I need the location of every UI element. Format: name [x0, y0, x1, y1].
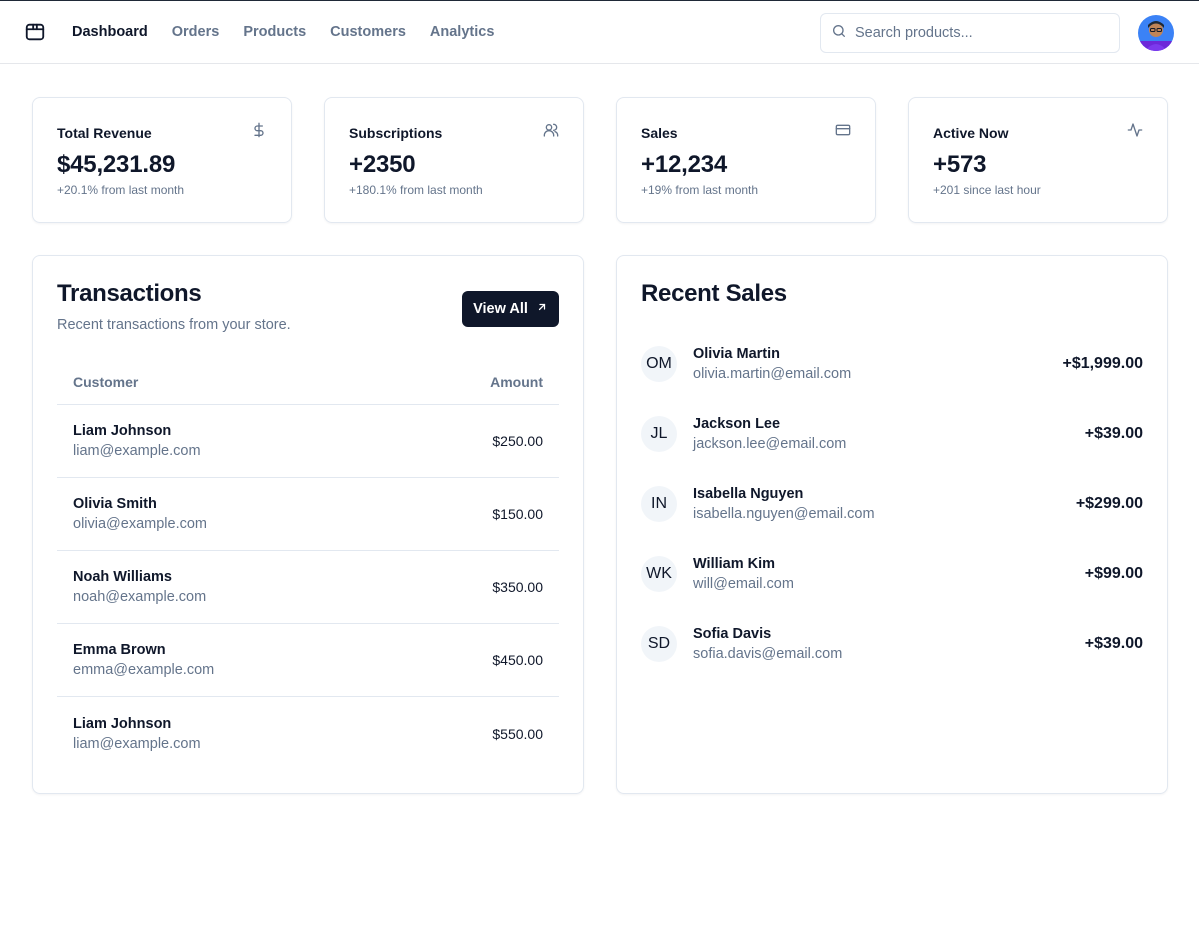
- sale-customer-name: Isabella Nguyen: [693, 486, 804, 502]
- sale-customer-email: jackson.lee@email.com: [693, 436, 847, 452]
- table-row[interactable]: Olivia Smith olivia@example.com $150.00: [57, 478, 559, 551]
- sale-customer-name: Jackson Lee: [693, 416, 781, 432]
- users-icon: [543, 122, 559, 143]
- transaction-amount: $150.00: [492, 506, 543, 522]
- stat-title: Active Now: [933, 124, 1009, 141]
- sale-customer-email: isabella.nguyen@email.com: [693, 506, 875, 522]
- stat-value: +2350: [349, 151, 416, 178]
- sale-amount: +$1,999.00: [1062, 355, 1143, 372]
- user-avatar[interactable]: [1138, 15, 1174, 51]
- stats-row: Total Revenue $45,231.89 +20.1% from las…: [32, 97, 1168, 223]
- stat-delta: +20.1% from last month: [57, 183, 185, 197]
- dollar-icon: [251, 122, 267, 143]
- customer-email: olivia@example.com: [73, 516, 207, 532]
- table-row[interactable]: Liam Johnson liam@example.com $250.00: [57, 405, 559, 478]
- list-item[interactable]: JL Jackson Lee jackson.lee@email.com +$3…: [641, 399, 1143, 469]
- transaction-amount: $550.00: [492, 725, 543, 742]
- recent-sales-list: OM Olivia Martin olivia.martin@email.com…: [641, 329, 1143, 679]
- stat-card-subscriptions: Subscriptions +2350 +180.1% from last mo…: [324, 97, 584, 223]
- nav-item-analytics[interactable]: Analytics: [430, 24, 494, 40]
- avatar: IN: [641, 486, 677, 522]
- sale-customer-email: olivia.martin@email.com: [693, 366, 852, 382]
- stat-title: Subscriptions: [349, 124, 443, 141]
- sale-amount: +$99.00: [1084, 565, 1143, 582]
- sale-customer-name: William Kim: [693, 556, 776, 572]
- recent-sales-panel: Recent Sales OM Olivia Martin olivia.mar…: [616, 255, 1168, 794]
- sale-amount: +$39.00: [1084, 635, 1143, 652]
- transaction-amount: $250.00: [492, 433, 543, 449]
- credit-card-icon: [835, 122, 851, 143]
- customer-email: liam@example.com: [73, 735, 201, 752]
- list-item[interactable]: SD Sofia Davis sofia.davis@email.com +$3…: [641, 609, 1143, 679]
- nav-item-orders[interactable]: Orders: [172, 24, 220, 40]
- avatar: SD: [641, 626, 677, 662]
- stat-title: Sales: [641, 124, 678, 141]
- column-header-customer: Customer: [73, 374, 139, 390]
- table-row[interactable]: Emma Brown emma@example.com $450.00: [57, 624, 559, 697]
- search-box[interactable]: [820, 13, 1120, 53]
- customer-name: Emma Brown: [73, 642, 166, 658]
- search-input[interactable]: [855, 25, 1105, 41]
- stat-title: Total Revenue: [57, 124, 152, 141]
- customer-name: Noah Williams: [73, 569, 172, 585]
- package-logo-icon[interactable]: [24, 20, 48, 44]
- transaction-amount: $350.00: [492, 579, 543, 595]
- stat-value: +573: [933, 151, 987, 178]
- table-row[interactable]: Noah Williams noah@example.com $350.00: [57, 551, 559, 624]
- sale-amount: +$299.00: [1075, 495, 1143, 512]
- sale-customer-email: will@email.com: [693, 576, 794, 592]
- sale-customer-email: sofia.davis@email.com: [693, 646, 843, 662]
- customer-name: Liam Johnson: [73, 715, 172, 732]
- list-item[interactable]: WK William Kim will@email.com +$99.00: [641, 539, 1143, 609]
- nav-item-dashboard[interactable]: Dashboard: [72, 24, 148, 40]
- avatar: WK: [641, 556, 677, 592]
- list-item[interactable]: IN Isabella Nguyen isabella.nguyen@email…: [641, 469, 1143, 539]
- list-item[interactable]: OM Olivia Martin olivia.martin@email.com…: [641, 329, 1143, 399]
- table-row[interactable]: Liam Johnson liam@example.com $550.00: [57, 697, 559, 770]
- activity-icon: [1127, 122, 1143, 143]
- customer-email: noah@example.com: [73, 589, 207, 605]
- nav-item-customers[interactable]: Customers: [330, 24, 406, 40]
- stat-card-sales: Sales +12,234 +19% from last month: [616, 97, 876, 223]
- avatar: JL: [641, 416, 677, 452]
- stat-delta: +180.1% from last month: [349, 183, 483, 197]
- view-all-label: View All: [473, 301, 528, 317]
- stat-value: $45,231.89: [57, 151, 176, 178]
- customer-email: emma@example.com: [73, 662, 215, 678]
- stat-delta: +201 since last hour: [933, 183, 1041, 197]
- view-all-button[interactable]: View All: [462, 291, 559, 327]
- customer-email: liam@example.com: [73, 443, 201, 459]
- table-header: Customer Amount: [57, 360, 559, 405]
- avatar: OM: [641, 346, 677, 382]
- recent-sales-title: Recent Sales: [641, 280, 787, 307]
- transaction-amount: $450.00: [492, 652, 543, 668]
- customer-name: Olivia Smith: [73, 496, 157, 512]
- sale-customer-name: Olivia Martin: [693, 346, 781, 362]
- stat-delta: +19% from last month: [641, 183, 759, 197]
- transactions-table: Customer Amount Liam Johnson liam@exampl…: [57, 360, 559, 770]
- transactions-panel: Transactions Recent transactions from yo…: [32, 255, 584, 794]
- customer-name: Liam Johnson: [73, 423, 172, 439]
- arrow-up-right-icon: [536, 301, 548, 317]
- stat-card-active-now: Active Now +573 +201 since last hour: [908, 97, 1168, 223]
- stat-card-total-revenue: Total Revenue $45,231.89 +20.1% from las…: [32, 97, 292, 223]
- nav-item-products[interactable]: Products: [243, 24, 306, 40]
- stat-value: +12,234: [641, 151, 728, 178]
- sale-amount: +$39.00: [1084, 425, 1143, 442]
- sale-customer-name: Sofia Davis: [693, 626, 772, 642]
- search-icon: [831, 23, 847, 44]
- top-navigation: Dashboard Orders Products Customers Anal…: [0, 1, 1199, 64]
- column-header-amount: Amount: [490, 374, 543, 390]
- main-nav: Dashboard Orders Products Customers Anal…: [72, 24, 494, 40]
